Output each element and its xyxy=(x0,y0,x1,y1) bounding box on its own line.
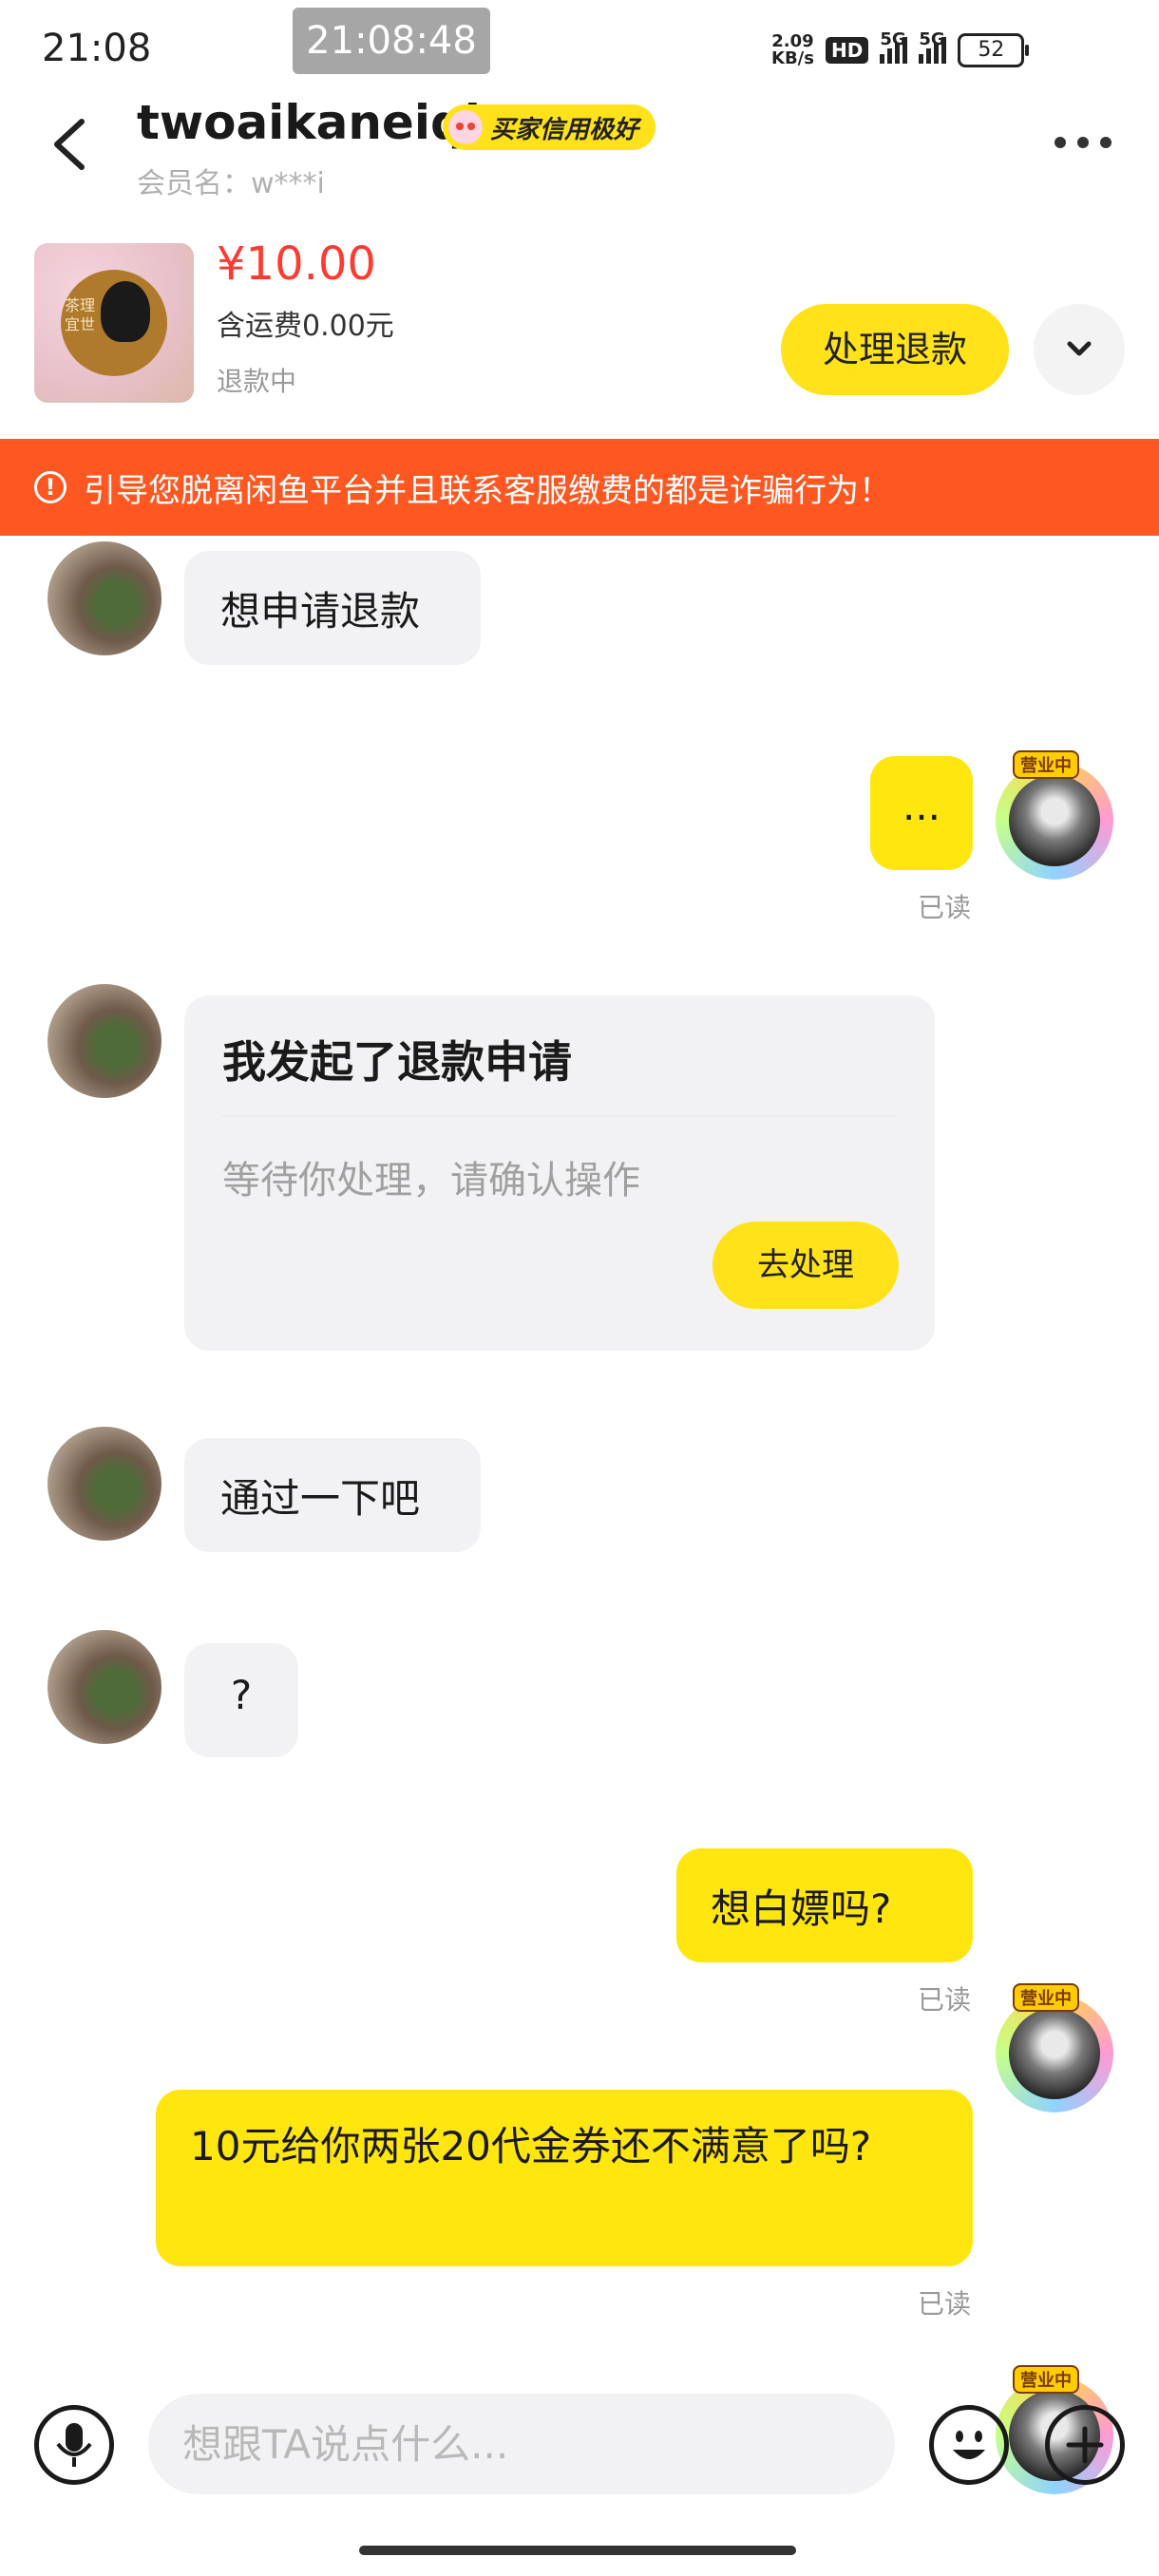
refund-card-subtitle: 等待你处理，请确认操作 xyxy=(222,1159,640,1203)
order-status: 退款中 xyxy=(217,366,297,397)
hd-icon: HD xyxy=(825,37,869,64)
battery-icon: 52 xyxy=(958,33,1030,67)
status-time: 21:08 xyxy=(42,27,152,70)
avatar[interactable]: 营业中 xyxy=(988,1983,1113,2124)
read-receipt: 已读 xyxy=(918,2288,972,2320)
member-name: 会员名：w***i xyxy=(137,167,325,200)
read-receipt: 已读 xyxy=(918,1984,972,2016)
network-speed: 2.09 KB/s xyxy=(771,31,814,68)
message-bubble[interactable]: ... xyxy=(870,756,973,870)
avatar[interactable]: 营业中 xyxy=(988,750,1113,891)
refund-card-title: 我发起了退款申请 xyxy=(222,1036,572,1088)
status-icons: 2.09 KB/s HD 5G 5G 52 xyxy=(771,28,1030,72)
plus-icon xyxy=(1066,2426,1104,2464)
more-dot-icon xyxy=(1077,137,1089,148)
signal-icon: 5G xyxy=(880,29,908,64)
clock-overlay: 21:08:48 xyxy=(293,8,490,74)
credit-face-icon xyxy=(448,110,483,144)
chat-partner-name[interactable]: twoaikaneiqi xyxy=(137,95,481,150)
read-receipt: 已读 xyxy=(918,892,972,923)
product-price: ¥10.00 xyxy=(217,237,376,291)
voice-button[interactable] xyxy=(34,2405,114,2485)
add-button[interactable] xyxy=(1045,2405,1125,2485)
message-input[interactable] xyxy=(148,2394,895,2494)
avatar[interactable] xyxy=(48,1630,162,1744)
signal-icon: 5G xyxy=(919,29,947,64)
go-process-button[interactable]: 去处理 xyxy=(712,1222,899,1309)
avatar[interactable] xyxy=(48,541,162,655)
alert-icon: ! xyxy=(34,471,66,503)
fraud-warning-banner: ! 引导您脱离闲鱼平台并且联系客服缴费的都是诈骗行为！ xyxy=(0,439,1159,536)
microphone-icon xyxy=(56,2423,92,2467)
avatar[interactable] xyxy=(48,984,162,1098)
home-indicator[interactable] xyxy=(359,2546,796,2555)
more-dot-icon xyxy=(1100,137,1112,148)
more-dot-icon xyxy=(1054,137,1066,148)
refund-request-card: 我发起了退款申请 等待你处理，请确认操作 去处理 xyxy=(184,995,935,1351)
back-arrow-icon xyxy=(54,119,85,170)
divider xyxy=(222,1115,895,1117)
avatar[interactable] xyxy=(48,1427,162,1541)
message-bubble[interactable]: 想申请退款 xyxy=(184,551,481,665)
more-options-button[interactable] xyxy=(1045,123,1121,161)
expand-button[interactable] xyxy=(1034,304,1125,395)
message-bubble[interactable]: 通过一下吧 xyxy=(184,1438,481,1552)
process-refund-button[interactable]: 处理退款 xyxy=(781,304,1009,395)
back-button[interactable] xyxy=(40,104,101,184)
message-bubble[interactable]: ? xyxy=(184,1643,298,1757)
warning-text: 引导您脱离闲鱼平台并且联系客服缴费的都是诈骗行为！ xyxy=(84,471,891,510)
credit-badge[interactable]: 买家信用极好 xyxy=(443,104,656,150)
message-bubble[interactable]: 想白嫖吗? xyxy=(676,1848,973,1962)
message-bubble[interactable]: 10元给你两张20代金券还不满意了吗? xyxy=(156,2090,973,2266)
chevron-down-icon xyxy=(1067,341,1092,356)
smiley-icon xyxy=(953,2431,985,2459)
shipping-info: 含运费0.00元 xyxy=(217,310,394,343)
product-thumbnail[interactable]: 茶理宜世 xyxy=(34,243,194,403)
emoji-button[interactable] xyxy=(929,2405,1009,2485)
